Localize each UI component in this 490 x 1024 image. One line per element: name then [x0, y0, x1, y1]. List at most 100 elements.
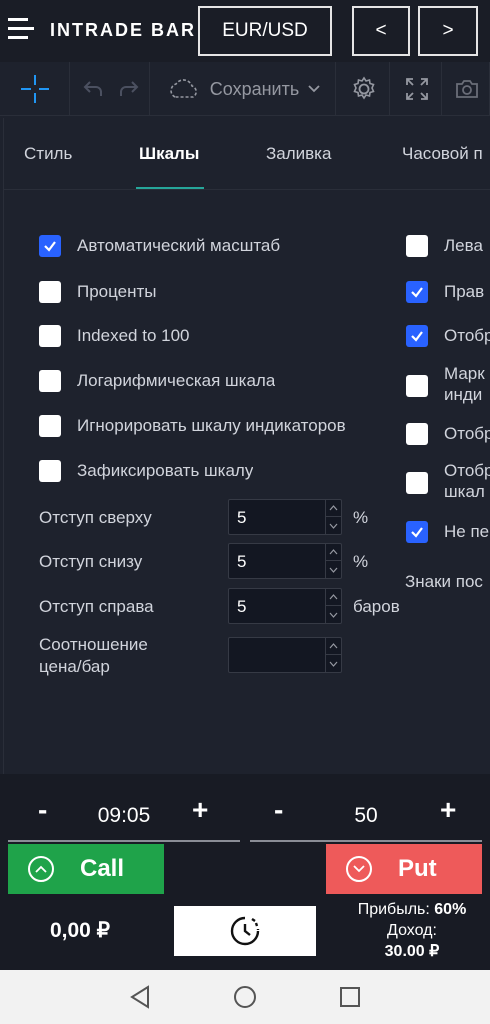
- tab-timezone[interactable]: Часовой п: [402, 144, 483, 164]
- crosshair-tool[interactable]: [0, 62, 70, 116]
- option-auto-scale[interactable]: Автоматический масштаб: [39, 235, 280, 257]
- decrement-icon[interactable]: [326, 561, 341, 578]
- chevron-down-icon: [308, 85, 320, 93]
- option-no-overlap[interactable]: Не пе: [406, 521, 490, 543]
- screenshot-button[interactable]: [444, 62, 490, 116]
- option-show-price[interactable]: Отобр: [406, 423, 490, 445]
- checkbox[interactable]: [406, 472, 428, 494]
- time-plus-button[interactable]: +: [192, 794, 208, 826]
- next-asset-button[interactable]: >: [418, 6, 478, 56]
- increment-icon[interactable]: [326, 500, 341, 517]
- save-layout-button[interactable]: Сохранить: [152, 62, 336, 116]
- decrement-icon[interactable]: [326, 517, 341, 534]
- home-icon[interactable]: [232, 984, 258, 1010]
- crosshair-icon: [20, 75, 49, 103]
- chart-properties-dialog: Стиль Шкалы Заливка Часовой п Автоматиче…: [3, 118, 490, 774]
- option-label: Отобр: [444, 461, 490, 480]
- right-margin-input[interactable]: 5: [228, 588, 342, 624]
- decrement-icon[interactable]: [326, 655, 341, 672]
- option-ignore-indicator-scale[interactable]: Игнорировать шкалу индикаторов: [39, 415, 346, 437]
- camera-icon: [455, 80, 478, 98]
- back-icon[interactable]: [128, 984, 152, 1010]
- checkbox[interactable]: [39, 460, 61, 482]
- increment-icon[interactable]: [326, 589, 341, 606]
- checkbox[interactable]: [406, 281, 428, 303]
- checkbox[interactable]: [39, 235, 61, 257]
- chart-settings-button[interactable]: [338, 62, 390, 116]
- field-label-price-bar-ratio: Соотношение цена/бар: [39, 634, 148, 678]
- unit-label: %: [353, 552, 369, 571]
- check-icon: [411, 527, 423, 538]
- amount-plus-button[interactable]: +: [440, 794, 456, 826]
- checkbox[interactable]: [406, 521, 428, 543]
- tab-style[interactable]: Стиль: [24, 144, 72, 164]
- field-label-top-margin: Отступ сверху: [39, 508, 152, 527]
- system-nav-bar: [0, 970, 490, 1024]
- option-left-axis[interactable]: Лева: [406, 235, 490, 257]
- ratio-label-line1: Соотношение: [39, 635, 148, 654]
- checkbox[interactable]: [39, 415, 61, 437]
- profit-info: Прибыль: 60% Доход: 30.00 ₽: [334, 899, 490, 962]
- clock-icon: [230, 916, 260, 946]
- call-label: Call: [80, 855, 125, 882]
- field-label-right-margin: Отступ справа: [39, 597, 154, 616]
- option-label: Игнорировать шкалу индикаторов: [77, 416, 346, 435]
- price-bar-ratio-input[interactable]: [228, 637, 342, 673]
- fullscreen-button[interactable]: [392, 62, 442, 116]
- top-margin-input[interactable]: 5: [228, 499, 342, 535]
- checkbox[interactable]: [406, 423, 428, 445]
- option-label-line2: инди: [444, 385, 483, 404]
- gear-icon: [352, 76, 375, 100]
- undo-redo-group: [72, 62, 150, 116]
- checkbox[interactable]: [39, 370, 61, 392]
- option-show-labels[interactable]: Отобр: [406, 325, 490, 347]
- timer-mode-button[interactable]: [174, 906, 316, 956]
- increment-icon[interactable]: [326, 638, 341, 655]
- checkbox[interactable]: [406, 325, 428, 347]
- check-icon: [411, 287, 423, 298]
- option-show-scale[interactable]: Отобр шкал: [406, 460, 490, 502]
- option-indexed-100[interactable]: Indexed to 100: [39, 325, 189, 347]
- option-log-scale[interactable]: Логарифмическая шкала: [39, 370, 275, 392]
- undo-icon[interactable]: [82, 78, 104, 100]
- option-label: Марк: [444, 364, 485, 383]
- input-value: 5: [237, 597, 247, 616]
- spinner: [325, 544, 341, 578]
- option-percent[interactable]: Проценты: [39, 281, 157, 303]
- field-label-bottom-margin: Отступ снизу: [39, 552, 143, 571]
- call-button[interactable]: Call: [8, 844, 164, 894]
- option-label: Не пе: [444, 522, 490, 541]
- prev-asset-button[interactable]: <: [352, 6, 410, 56]
- option-label: Отобр: [444, 326, 490, 345]
- option-label: Лева: [444, 236, 483, 255]
- recents-icon[interactable]: [338, 984, 362, 1010]
- option-label: Indexed to 100: [77, 326, 190, 345]
- spinner: [325, 638, 341, 672]
- checkbox[interactable]: [39, 281, 61, 303]
- chevron-up-icon: [28, 856, 54, 882]
- tab-background[interactable]: Заливка: [266, 144, 331, 164]
- put-label: Put: [398, 855, 437, 882]
- option-lock-scale[interactable]: Зафиксировать шкалу: [39, 460, 253, 482]
- ratio-label-line2: цена/бар: [39, 657, 110, 676]
- save-label: Сохранить: [209, 78, 300, 99]
- spinner: [325, 589, 341, 623]
- active-tab-indicator: [136, 187, 204, 189]
- put-button[interactable]: Put: [326, 844, 482, 894]
- redo-icon[interactable]: [118, 78, 140, 100]
- option-indicator-markers[interactable]: Марк инди: [406, 363, 490, 405]
- tab-scales[interactable]: Шкалы: [139, 144, 199, 164]
- decrement-icon[interactable]: [326, 606, 341, 623]
- checkbox[interactable]: [406, 375, 428, 397]
- option-right-axis[interactable]: Прав: [406, 281, 490, 303]
- decimal-places-label: Знаки пос: [405, 572, 483, 591]
- cloud-icon: [170, 79, 197, 98]
- checkbox[interactable]: [406, 235, 428, 257]
- hamburger-menu-icon[interactable]: [8, 18, 34, 42]
- bottom-margin-input[interactable]: 5: [228, 543, 342, 579]
- profit-label: Прибыль:: [357, 901, 430, 918]
- increment-icon[interactable]: [326, 544, 341, 561]
- asset-pair-button[interactable]: EUR/USD: [198, 6, 332, 56]
- option-label: Зафиксировать шкалу: [77, 461, 254, 480]
- checkbox[interactable]: [39, 325, 61, 347]
